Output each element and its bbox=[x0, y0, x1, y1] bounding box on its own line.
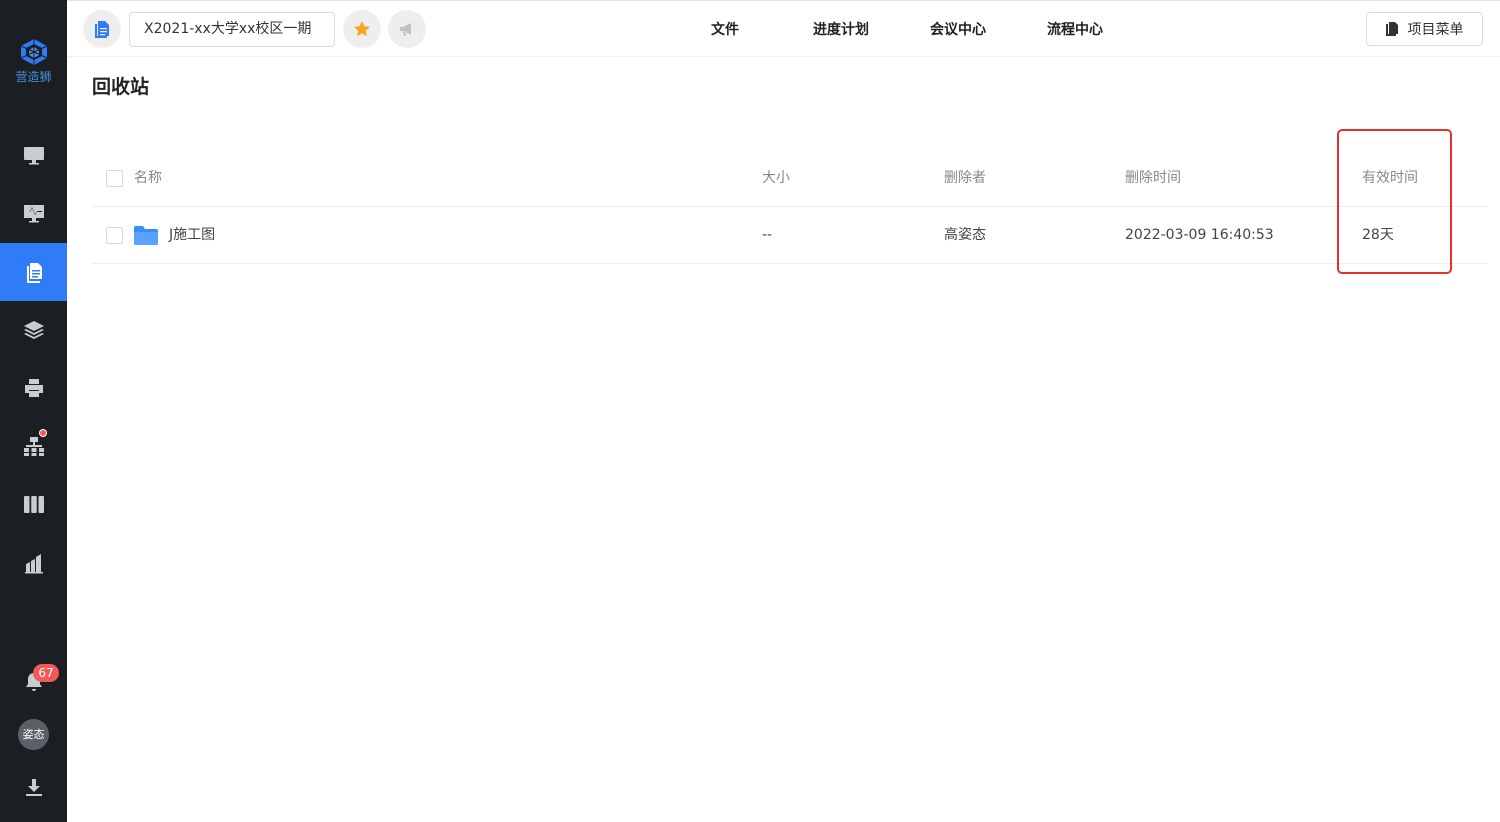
page-title: 回收站 bbox=[92, 76, 150, 98]
monitor-icon bbox=[23, 147, 44, 165]
user-avatar[interactable]: 姿态 bbox=[18, 719, 49, 750]
row-deleted-time: 2022-03-09 16:40:53 bbox=[1125, 227, 1274, 243]
table-header-row: 名称 大小 删除者 删除时间 有效时间 bbox=[92, 150, 1488, 207]
table-row[interactable]: J施工图 -- 高姿态 2022-03-09 16:40:53 28天 bbox=[92, 207, 1488, 264]
select-all-checkbox[interactable] bbox=[106, 170, 123, 187]
row-checkbox[interactable] bbox=[106, 227, 123, 244]
document-icon bbox=[95, 21, 109, 38]
project-doc-button[interactable] bbox=[83, 10, 121, 48]
valid-time-highlight-box bbox=[1337, 129, 1452, 274]
favorite-button[interactable] bbox=[343, 10, 381, 48]
row-deleter: 高姿态 bbox=[944, 227, 986, 243]
tab-schedule[interactable]: 进度计划 bbox=[813, 19, 869, 39]
folder-icon bbox=[134, 226, 158, 245]
sidebar-item-columns[interactable] bbox=[0, 475, 67, 533]
announcement-button[interactable] bbox=[388, 10, 426, 48]
notifications-button[interactable] bbox=[0, 653, 67, 711]
download-button[interactable] bbox=[0, 758, 67, 816]
sidebar-item-print[interactable] bbox=[0, 359, 67, 417]
notification-dot bbox=[39, 429, 47, 437]
org-chart-icon bbox=[23, 437, 44, 456]
project-menu-button[interactable]: 项目菜单 bbox=[1366, 12, 1483, 46]
recycle-bin-table: 名称 大小 删除者 删除时间 有效时间 J施工图 -- 高姿态 2022-03-… bbox=[92, 150, 1488, 264]
lion-logo-icon bbox=[20, 39, 47, 65]
tab-meetings[interactable]: 会议中心 bbox=[930, 19, 986, 39]
megaphone-icon bbox=[400, 23, 411, 36]
logo-text: 营造狮 bbox=[15, 70, 52, 84]
pulse-monitor-icon bbox=[23, 205, 44, 223]
sidebar-item-monitor[interactable] bbox=[0, 126, 67, 184]
top-bar: X2021-xx大学xx校区一期 文件 进度计划 会议中心 流程中心 项目菜单 bbox=[67, 0, 1500, 57]
project-name-field[interactable]: X2021-xx大学xx校区一期 bbox=[129, 12, 335, 47]
columns-icon bbox=[23, 496, 44, 513]
row-name[interactable]: J施工图 bbox=[169, 207, 215, 264]
row-size: -- bbox=[762, 227, 773, 243]
download-icon bbox=[25, 779, 42, 796]
sidebar-item-layers[interactable] bbox=[0, 301, 67, 359]
sidebar-item-workflow[interactable] bbox=[0, 417, 67, 475]
column-header-size[interactable]: 大小 bbox=[762, 150, 790, 207]
sidebar-item-buildings[interactable] bbox=[0, 534, 67, 592]
project-menu-label: 项目菜单 bbox=[1407, 22, 1464, 38]
sidebar-item-documents[interactable] bbox=[0, 243, 67, 301]
sidebar: 营造狮 67 姿态 bbox=[0, 0, 67, 822]
layers-icon bbox=[23, 321, 44, 339]
star-icon bbox=[354, 21, 370, 37]
document-icon bbox=[1385, 22, 1398, 36]
notification-count-badge: 67 bbox=[33, 664, 59, 682]
column-header-deleter[interactable]: 删除者 bbox=[944, 150, 986, 207]
document-icon bbox=[26, 263, 42, 283]
sidebar-item-dashboard[interactable] bbox=[0, 184, 67, 242]
tab-process[interactable]: 流程中心 bbox=[1047, 19, 1103, 39]
printer-icon bbox=[24, 379, 43, 397]
building-chart-icon bbox=[24, 554, 43, 574]
app-logo[interactable]: 营造狮 bbox=[0, 38, 67, 90]
tab-files[interactable]: 文件 bbox=[711, 19, 739, 39]
column-header-deleted-time[interactable]: 删除时间 bbox=[1125, 150, 1181, 207]
column-header-name[interactable]: 名称 bbox=[134, 150, 162, 207]
